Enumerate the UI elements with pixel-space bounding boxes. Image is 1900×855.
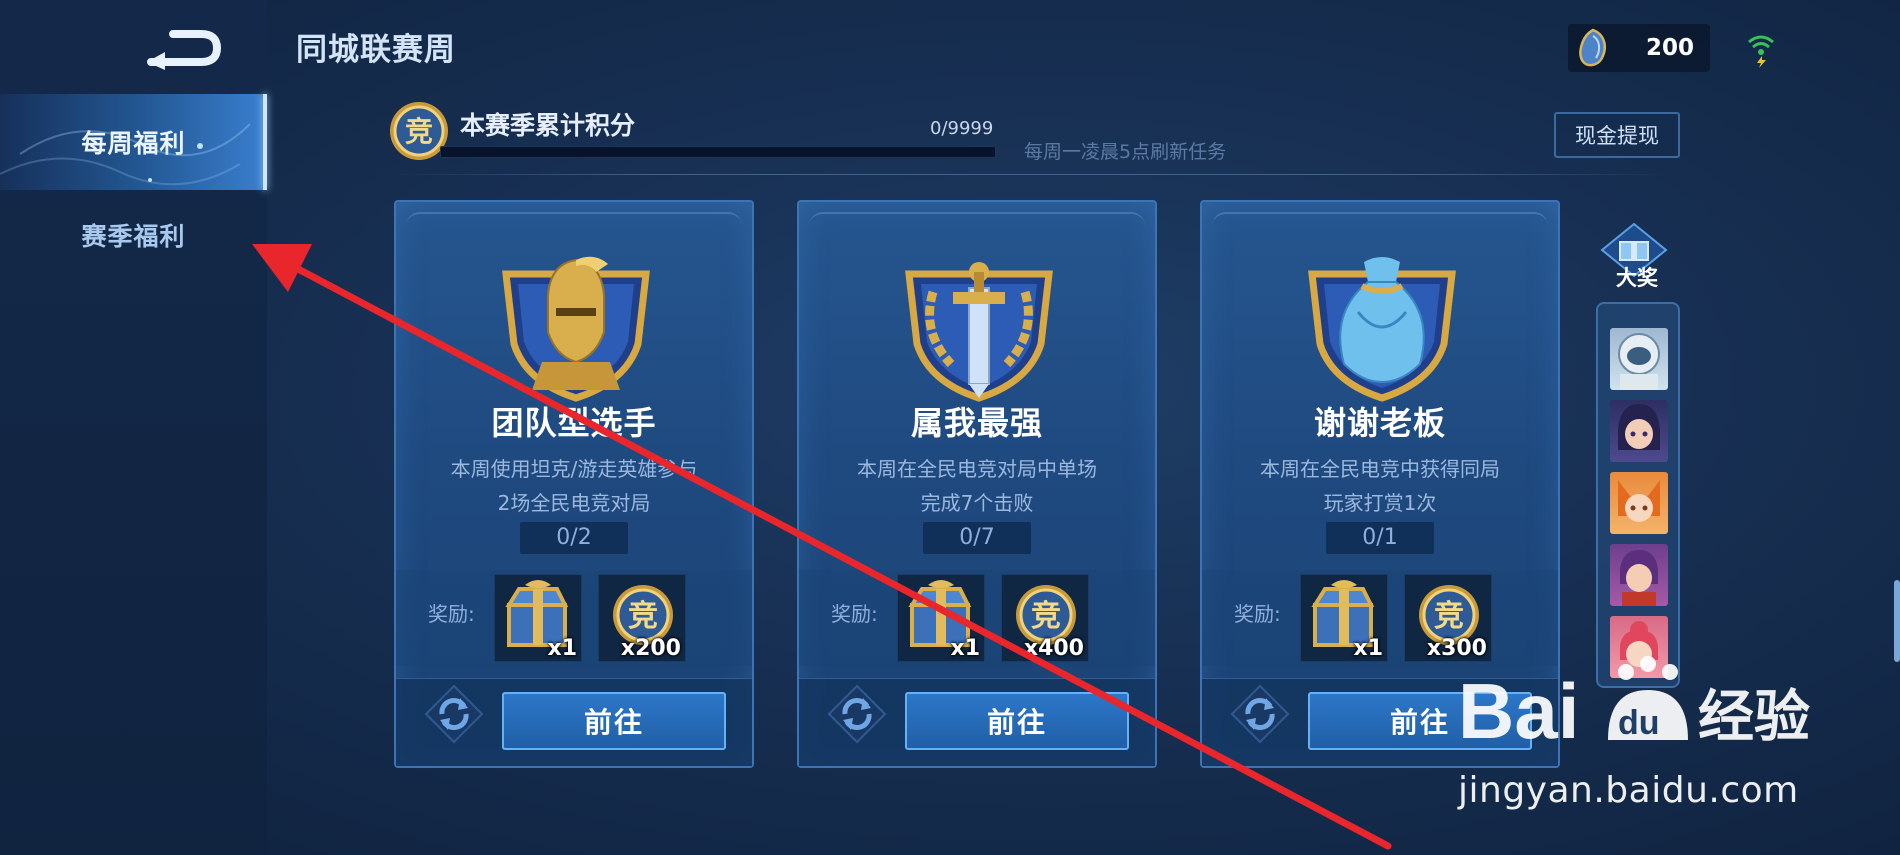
card-frame-decoration — [1212, 212, 1548, 242]
sidebar-item-season-benefits[interactable]: 赛季福利 — [0, 190, 267, 280]
sidebar-item-label: 赛季福利 — [81, 222, 186, 251]
prize-rail — [1596, 302, 1680, 688]
task-description: 本周在全民电竞对局中单场 完成7个击败 — [819, 452, 1135, 520]
svg-text:经验: 经验 — [1698, 685, 1810, 750]
card-frame-decoration — [406, 212, 742, 242]
gift-bag-icon — [1308, 257, 1456, 402]
go-button[interactable]: 前往 — [905, 692, 1129, 750]
fox-hero-avatar[interactable] — [1610, 472, 1668, 534]
svg-text:竞: 竞 — [628, 599, 658, 634]
reward-quantity: x1 — [950, 636, 981, 661]
svg-text:Bai: Bai — [1458, 667, 1579, 755]
page-title: 同城联赛周 — [296, 32, 456, 68]
refresh-cycle-icon[interactable] — [424, 684, 484, 744]
golden-knight-helmet-icon — [502, 256, 650, 402]
season-points-label: 本赛季累计积分 — [460, 111, 636, 140]
season-points-count: 0/9999 — [930, 118, 994, 139]
scrollbar-thumb[interactable] — [1894, 580, 1900, 662]
astronaut-avatar[interactable] — [1610, 328, 1668, 390]
task-progress: 0/1 — [1326, 522, 1434, 554]
purple-hero-avatar[interactable] — [1610, 544, 1668, 606]
currency-value: 200 — [1645, 35, 1694, 61]
reward-label: 奖励: — [1234, 602, 1281, 626]
reward-label: 奖励: — [428, 602, 475, 626]
svg-text:竞: 竞 — [1031, 599, 1061, 634]
task-card-strongest: 属我最强 本周在全民电竞对局中单场 完成7个击败 0/7 奖励: x1 竞 x4… — [797, 200, 1157, 768]
reward-item-chest[interactable]: x1 — [1300, 574, 1388, 662]
refresh-cycle-icon[interactable] — [827, 684, 887, 744]
task-description: 本周在全民电竞中获得同局 玩家打赏1次 — [1222, 452, 1538, 520]
task-title: 团队型选手 — [491, 404, 657, 442]
task-title: 谢谢老板 — [1313, 404, 1446, 442]
svg-text:du: du — [1618, 704, 1660, 742]
reward-item-coin[interactable]: 竞 x400 — [1001, 574, 1089, 662]
watermark-url: jingyan.baidu.com — [1458, 770, 1799, 811]
task-progress: 0/2 — [520, 522, 628, 554]
sidebar-item-weekly-benefits[interactable]: 每周福利 — [0, 94, 267, 190]
refresh-note: 每周一凌晨5点刷新任务 — [1024, 141, 1227, 163]
currency-display[interactable]: 200 — [1568, 24, 1710, 72]
sword-laurel-icon — [905, 262, 1053, 402]
gem-icon — [1579, 28, 1606, 67]
task-description-line: 本周在全民电竞对局中单场 — [857, 457, 1097, 481]
reward-label: 奖励: — [831, 602, 878, 626]
task-description-line: 完成7个击败 — [920, 491, 1034, 515]
task-description-line: 玩家打赏1次 — [1323, 491, 1437, 515]
task-description: 本周使用坦克/游走英雄参与 2场全民电竞对局 — [416, 452, 732, 520]
go-button[interactable]: 前往 — [502, 692, 726, 750]
divider — [388, 174, 1676, 175]
task-progress: 0/7 — [923, 522, 1031, 554]
reward-item-coin[interactable]: 竞 x200 — [598, 574, 686, 662]
svg-text:竞: 竞 — [405, 115, 433, 148]
reward-quantity: x400 — [1023, 636, 1084, 661]
card-frame-decoration — [809, 212, 1145, 242]
season-points-progress-bar — [440, 146, 996, 158]
back-button[interactable] — [143, 22, 222, 70]
astronaut-helmet-icon — [1618, 333, 1660, 390]
reward-quantity: x200 — [620, 636, 681, 661]
hero-face-icon — [1620, 550, 1658, 606]
sidebar: 每周福利 赛季福利 — [0, 0, 267, 855]
task-card-team-player: 团队型选手 本周使用坦克/游走英雄参与 2场全民电竞对局 0/2 奖励: x1 … — [394, 200, 754, 768]
wifi-signal-icon — [1748, 35, 1774, 68]
task-description-line: 本周使用坦克/游走英雄参与 — [450, 457, 698, 481]
reward-quantity: x1 — [1353, 636, 1384, 661]
hero-face-icon — [1618, 480, 1660, 522]
reward-item-chest[interactable]: x1 — [494, 574, 582, 662]
dark-haired-hero-avatar[interactable] — [1610, 400, 1668, 462]
reward-item-chest[interactable]: x1 — [897, 574, 985, 662]
task-description-line: 2场全民电竞对局 — [497, 491, 651, 515]
refresh-cycle-icon[interactable] — [1230, 684, 1290, 744]
hero-face-icon — [1618, 404, 1660, 450]
back-arrow-icon — [147, 30, 222, 70]
grand-prize-label: 大奖 — [1616, 266, 1658, 290]
svg-text:竞: 竞 — [1434, 599, 1464, 634]
reward-item-coin[interactable]: 竞 x300 — [1404, 574, 1492, 662]
sidebar-item-label: 每周福利 — [81, 129, 186, 158]
task-description-line: 本周在全民电竞中获得同局 — [1260, 457, 1500, 481]
reward-quantity: x1 — [547, 636, 578, 661]
baidu-jingyan-watermark-logo: Bai du 经验 — [1458, 656, 1810, 755]
cash-withdraw-button[interactable]: 现金提现 — [1554, 112, 1680, 158]
task-title: 属我最强 — [910, 404, 1043, 442]
